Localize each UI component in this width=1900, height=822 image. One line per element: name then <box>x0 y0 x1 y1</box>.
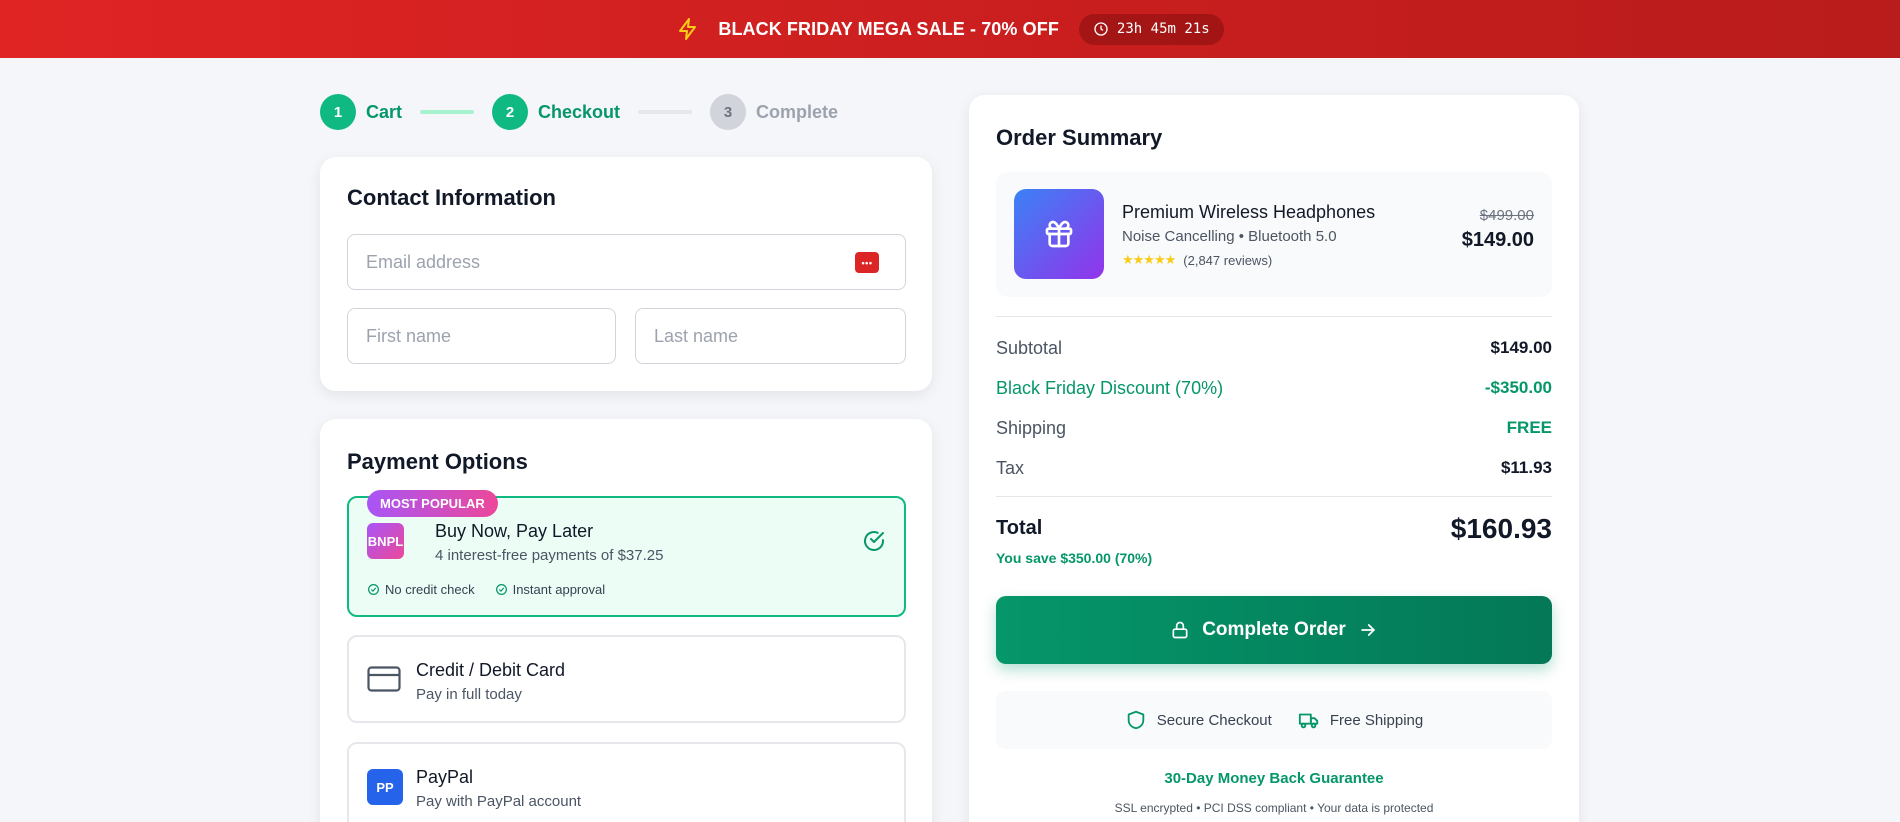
trust-label: Secure Checkout <box>1156 711 1272 729</box>
credit-card-icon <box>367 666 401 692</box>
total-value: $160.93 <box>1450 513 1552 544</box>
first-name-input[interactable] <box>347 308 616 364</box>
contact-title: Contact Information <box>347 185 556 210</box>
last-name-input[interactable] <box>635 308 906 364</box>
step-number: 2 <box>492 94 529 130</box>
bnpl-logo: BNPL <box>367 523 404 559</box>
option-subtitle: Pay with PayPal account <box>416 793 582 810</box>
row-value: $149.00 <box>1490 338 1552 357</box>
row-value: $11.93 <box>1500 458 1552 477</box>
step-label: Checkout <box>538 101 621 122</box>
feature-item: Instant approval <box>495 582 606 597</box>
product-name: Premium Wireless Headphones <box>1122 202 1376 222</box>
payment-option-paypal[interactable]: PP PayPal Pay with PayPal account <box>347 742 906 822</box>
check-circle-icon <box>864 531 884 551</box>
feature-label: No credit check <box>385 582 475 597</box>
check-icon <box>495 584 507 595</box>
check-icon <box>368 584 379 595</box>
feature-label: Instant approval <box>512 582 606 597</box>
savings-note: You save $350.00 (70%) <box>996 550 1153 566</box>
trust-item-shipping: Free Shipping <box>1298 709 1423 731</box>
password-manager-icon[interactable]: ••• <box>855 252 879 273</box>
product-item: Premium Wireless Headphones Noise Cancel… <box>996 172 1552 297</box>
email-input[interactable] <box>347 234 906 290</box>
gift-icon <box>1045 220 1073 248</box>
money-back-guarantee[interactable]: 30-Day Money Back Guarantee <box>969 770 1579 787</box>
paypal-logo: PP <box>367 769 403 805</box>
sale-price: $149.00 <box>1461 229 1534 251</box>
divider <box>996 316 1552 317</box>
row-label: Tax <box>996 458 1025 478</box>
total-label: Total <box>996 517 1043 539</box>
product-specs: Noise Cancelling • Bluetooth 5.0 <box>1122 228 1337 245</box>
sale-banner: BLACK FRIDAY MEGA SALE - 70% OFF 23h 45m… <box>0 0 1900 58</box>
step-number: 1 <box>320 94 356 130</box>
order-summary-card: Order Summary Premium Wireless Headphone… <box>969 95 1579 822</box>
original-price: $499.00 <box>1479 207 1534 224</box>
divider <box>996 496 1552 497</box>
contact-card: Contact Information ••• <box>320 157 932 391</box>
discount-row: Black Friday Discount (70%) -$350.00 <box>996 378 1552 399</box>
checkout-stepper: 1 Cart 2 Checkout 3 Complete <box>320 94 838 130</box>
timer-value: 23h 45m 21s <box>1116 21 1210 37</box>
row-label: Shipping <box>996 418 1067 438</box>
clock-icon <box>1094 22 1108 36</box>
sale-text: BLACK FRIDAY MEGA SALE - 70% OFF <box>718 18 1059 39</box>
trust-item-secure: Secure Checkout <box>1125 709 1272 731</box>
shipping-row: Shipping FREE <box>996 418 1552 439</box>
arrow-right-icon <box>1361 624 1375 636</box>
option-subtitle: Pay in full today <box>416 686 522 703</box>
payment-option-card[interactable]: Credit / Debit Card Pay in full today <box>347 635 906 723</box>
summary-title: Order Summary <box>996 125 1163 150</box>
trust-badges: Secure Checkout Free Shipping <box>996 691 1552 749</box>
product-thumbnail <box>1014 189 1104 279</box>
step-connector <box>420 110 475 114</box>
step-connector <box>638 110 693 114</box>
step-checkout[interactable]: 2 Checkout <box>492 94 620 130</box>
row-label: Black Friday Discount (70%) <box>996 378 1224 398</box>
bolt-icon <box>679 18 697 40</box>
shield-icon <box>1127 710 1144 730</box>
option-title: Credit / Debit Card <box>416 660 566 680</box>
payment-option-bnpl[interactable]: MOST POPULAR BNPL Buy Now, Pay Later 4 i… <box>347 490 906 617</box>
option-title: PayPal <box>416 767 474 787</box>
row-value: FREE <box>1506 418 1552 437</box>
truck-icon <box>1298 713 1318 729</box>
step-cart[interactable]: 1 Cart <box>320 94 402 130</box>
lock-icon <box>1172 621 1188 639</box>
feature-item: No credit check <box>367 582 475 597</box>
trust-label: Free Shipping <box>1329 711 1424 729</box>
tax-row: Tax $11.93 <box>996 458 1552 479</box>
most-popular-badge: MOST POPULAR <box>367 490 498 517</box>
complete-order-button[interactable]: Complete Order <box>996 596 1552 664</box>
row-label: Subtotal <box>996 338 1063 358</box>
product-rating: ★★★★★ (2,847 reviews) <box>1122 252 1272 268</box>
star-rating-icon: ★★★★★ <box>1122 252 1176 267</box>
cta-label: Complete Order <box>1202 619 1346 640</box>
payment-card: Payment Options MOST POPULAR BNPL Buy No… <box>320 419 932 822</box>
security-fineprint: SSL encrypted • PCI DSS compliant • Your… <box>1114 801 1434 815</box>
review-count: (2,847 reviews) <box>1183 252 1273 268</box>
option-title: Buy Now, Pay Later <box>435 521 594 541</box>
bnpl-features: No credit check Instant approval <box>367 582 605 597</box>
step-label: Complete <box>756 101 839 122</box>
step-complete: 3 Complete <box>710 94 838 130</box>
step-label: Cart <box>366 101 403 122</box>
option-subtitle: 4 interest-free payments of $37.25 <box>435 547 664 564</box>
subtotal-row: Subtotal $149.00 <box>996 338 1552 359</box>
row-value: -$350.00 <box>1484 378 1552 397</box>
payment-title: Payment Options <box>347 449 528 474</box>
countdown-timer: 23h 45m 21s <box>1078 13 1224 45</box>
step-number: 3 <box>710 94 747 130</box>
